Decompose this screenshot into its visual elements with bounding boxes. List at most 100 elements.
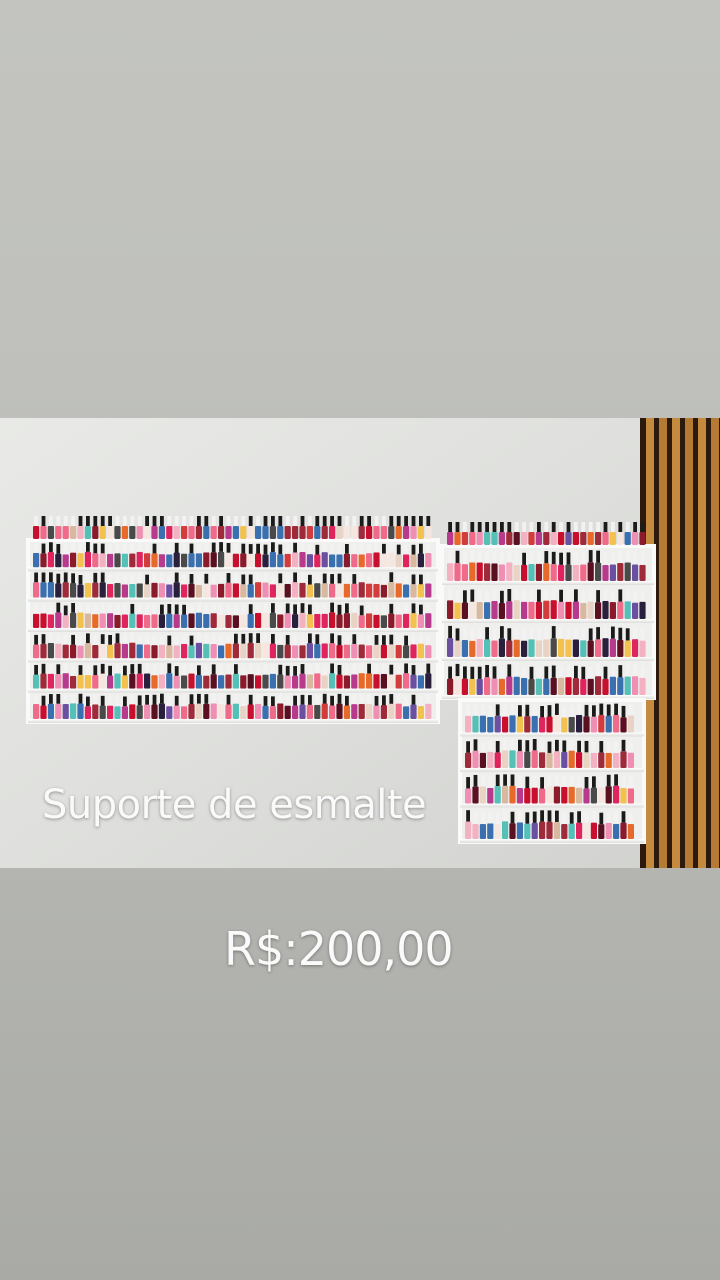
polish-cap <box>300 603 305 613</box>
polish-bottle <box>580 640 587 657</box>
polish-bottle <box>47 551 54 568</box>
polish-cap <box>204 542 209 553</box>
polish-cap <box>382 695 386 706</box>
polish-cap <box>621 739 626 752</box>
polish-cap <box>566 627 571 640</box>
polish-cap <box>63 572 68 583</box>
polish-bottle <box>417 553 424 568</box>
polish-bottle <box>403 645 410 659</box>
polish-bottle <box>166 554 173 568</box>
polish-bottle <box>498 638 505 657</box>
polish-bottle <box>62 526 69 539</box>
polish-cap <box>463 551 467 565</box>
polish-bottle <box>521 601 528 619</box>
polish-cap <box>78 665 83 675</box>
polish-cap <box>588 522 593 532</box>
shelf-unit <box>26 516 440 724</box>
polish-cap <box>322 573 327 584</box>
polish-bottle <box>469 601 476 619</box>
polish-bottle <box>181 526 188 539</box>
polish-bottle <box>321 703 328 719</box>
polish-cap <box>629 777 633 789</box>
polish-cap <box>596 590 600 603</box>
polish-cap <box>145 574 149 585</box>
polish-cap <box>204 604 209 615</box>
polish-bottle <box>380 644 387 659</box>
polish-bottle <box>358 673 365 689</box>
polish-cap <box>337 544 342 555</box>
polish-bottle <box>240 584 247 598</box>
polish-bottle <box>321 526 328 539</box>
polish-bottle <box>33 613 40 628</box>
polish-bottle <box>484 563 491 581</box>
polish-bottle <box>620 787 627 804</box>
polish-cap <box>293 604 297 615</box>
shelf-board <box>442 657 654 661</box>
polish-cap <box>248 633 253 643</box>
polish-bottle <box>114 553 121 568</box>
shelf-unit <box>440 522 656 700</box>
polish-bottle <box>306 704 313 719</box>
polish-bottle <box>55 583 62 598</box>
polish-cap <box>603 625 608 639</box>
polish-cap <box>345 543 349 554</box>
polish-bottle <box>461 564 468 581</box>
polish-bottle <box>403 673 410 689</box>
polish-bottle <box>136 583 143 598</box>
polish-cap <box>211 542 216 553</box>
polish-cap <box>197 665 201 676</box>
polish-cap <box>492 588 497 601</box>
polish-cap <box>529 589 534 602</box>
polish-cap <box>359 663 364 674</box>
polish-cap <box>78 543 83 554</box>
polish-bottle <box>461 602 468 619</box>
polish-bottle <box>99 553 106 568</box>
polish-bottle <box>99 643 106 659</box>
polish-cap <box>367 663 371 674</box>
polish-cap <box>503 774 507 786</box>
polish-bottle <box>329 583 336 598</box>
polish-bottle <box>509 715 516 733</box>
polish-bottle <box>410 613 417 628</box>
polish-bottle <box>173 614 180 628</box>
polish-cap <box>41 543 46 554</box>
polish-cap <box>404 604 408 614</box>
polish-bottle <box>539 821 546 839</box>
polish-cap <box>204 694 209 704</box>
polish-bottle <box>632 602 639 619</box>
polish-cap <box>359 634 364 645</box>
polish-cap <box>315 634 320 644</box>
polish-bottle <box>181 675 188 689</box>
polish-cap <box>551 587 556 601</box>
polish-bottle <box>314 554 321 568</box>
polish-bottle <box>373 674 380 689</box>
story-title-text: Suporte de esmalte <box>42 782 427 828</box>
polish-bottle <box>351 704 358 719</box>
polish-bottle <box>329 673 336 689</box>
polish-bottle <box>583 716 590 733</box>
polish-bottle <box>84 675 91 689</box>
polish-cap <box>219 574 223 584</box>
polish-cap <box>278 604 283 615</box>
polish-cap <box>56 516 61 526</box>
polish-cap <box>640 665 645 678</box>
polish-cap <box>603 522 608 532</box>
polish-cap <box>404 635 408 646</box>
polish-cap <box>592 705 596 717</box>
polish-cap <box>115 663 120 674</box>
polish-cap <box>525 776 530 789</box>
polish-cap <box>278 693 283 704</box>
polish-bottle <box>380 584 387 598</box>
polish-cap <box>86 696 90 707</box>
polish-cap <box>588 550 593 563</box>
polish-bottle <box>484 602 491 619</box>
polish-bottle <box>240 614 247 628</box>
polish-cap <box>485 627 489 640</box>
polish-bottle <box>114 582 121 598</box>
polish-cap <box>633 663 637 677</box>
polish-cap <box>599 703 604 715</box>
polish-bottle <box>203 675 210 689</box>
polish-cap <box>130 543 135 554</box>
polish-cap <box>293 635 297 646</box>
polish-cap <box>41 663 46 674</box>
